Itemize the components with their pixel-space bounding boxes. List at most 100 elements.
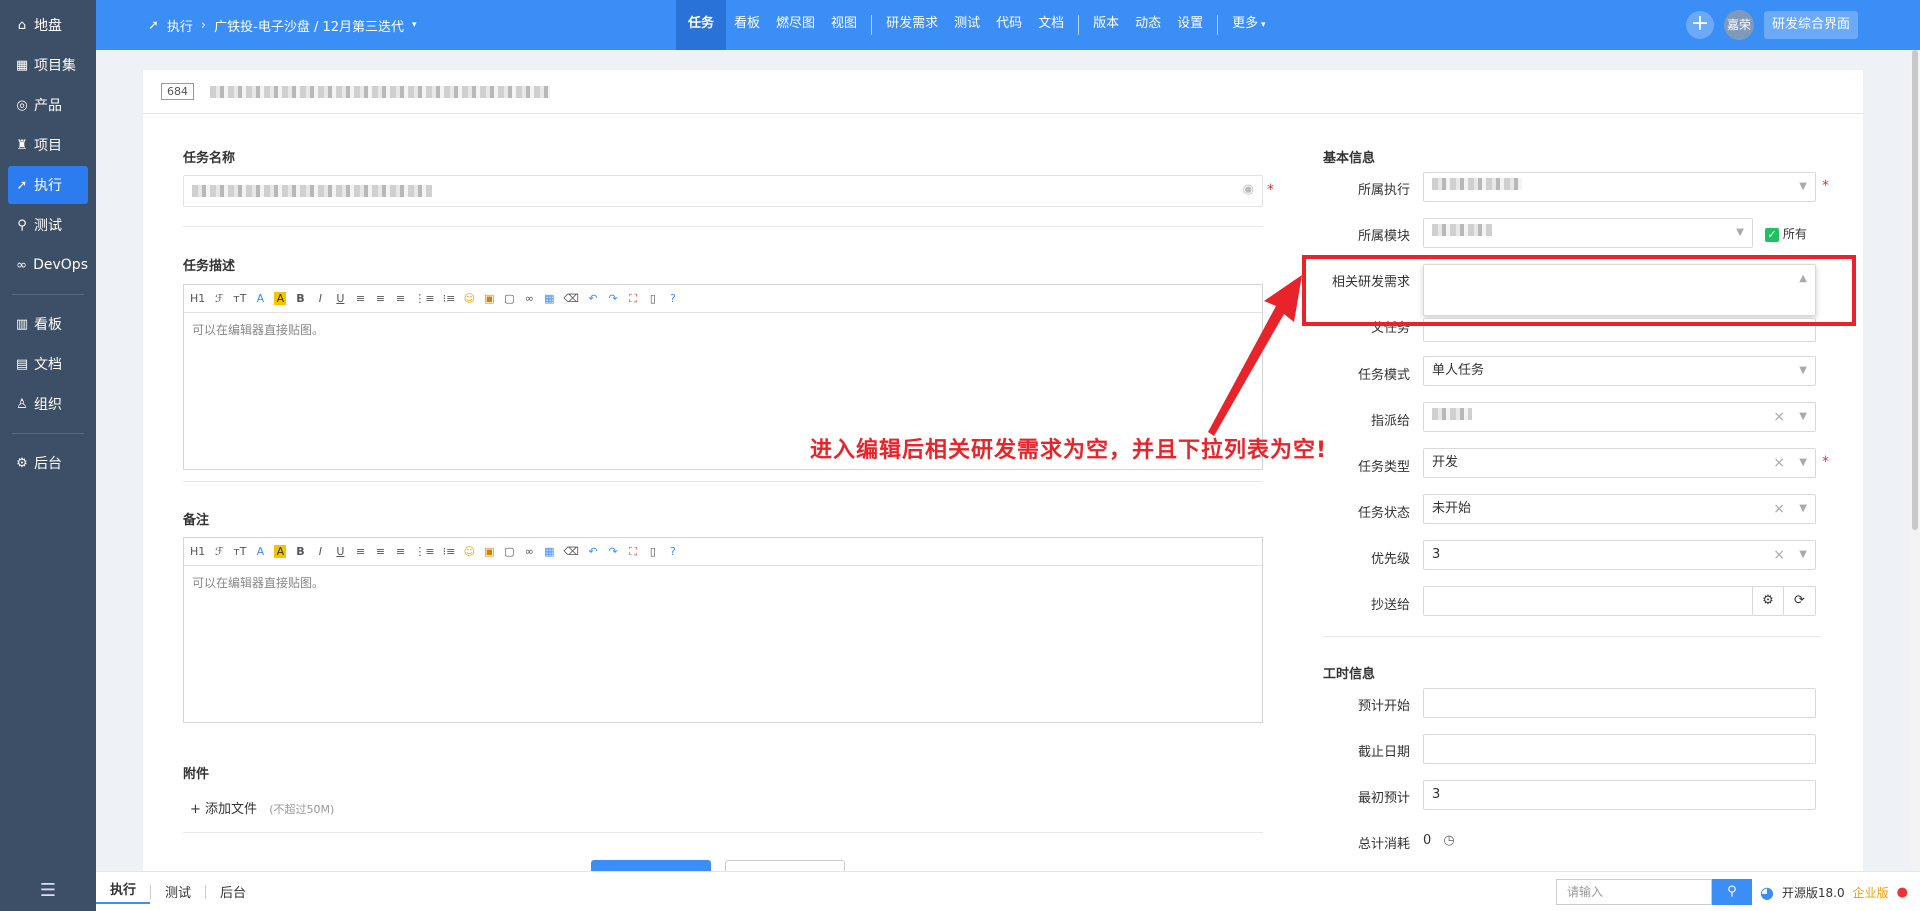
bold-button[interactable]: B (294, 545, 306, 558)
refresh-icon[interactable]: ⟳ (1783, 586, 1816, 616)
code-icon[interactable]: ▢ (503, 545, 515, 558)
emoji-icon[interactable]: ☺ (463, 545, 475, 558)
ordered-list-icon[interactable]: ⋮≡ (414, 292, 434, 305)
help-icon[interactable]: ? (667, 545, 679, 558)
sidebar-item-doc[interactable]: ▤ 文档 (8, 345, 88, 383)
heading-button[interactable]: H1 (190, 545, 205, 558)
chevron-down-icon[interactable]: ▾ (412, 20, 417, 30)
sidebar-item-admin[interactable]: ⚙ 后台 (8, 444, 88, 482)
breadcrumb-root[interactable]: 执行 (167, 16, 193, 35)
align-left-icon[interactable]: ≡ (354, 292, 366, 305)
font-family-button[interactable]: ℱ (213, 545, 225, 558)
nav-kanban[interactable]: 看板 (726, 0, 768, 50)
est-start-input[interactable] (1423, 688, 1816, 718)
align-center-icon[interactable]: ≡ (374, 292, 386, 305)
estimate-input[interactable]: 3 (1423, 780, 1816, 810)
underline-button[interactable]: U (334, 292, 346, 305)
undo-icon[interactable]: ↶ (587, 545, 599, 558)
priority-select[interactable]: 3 × ▼ (1423, 540, 1816, 570)
nav-settings[interactable]: 设置 (1169, 0, 1211, 50)
nav-test[interactable]: 测试 (946, 0, 988, 50)
font-color-button[interactable]: A (254, 545, 266, 558)
nav-task[interactable]: 任务 (676, 0, 727, 50)
help-icon[interactable]: ? (667, 292, 679, 305)
font-family-button[interactable]: ℱ (213, 292, 225, 305)
enterprise-link[interactable]: 企业版 (1853, 884, 1889, 901)
italic-button[interactable]: I (314, 545, 326, 558)
clock-icon[interactable]: ◷ (1443, 833, 1454, 848)
align-right-icon[interactable]: ≡ (394, 545, 406, 558)
sidebar-item-product[interactable]: ◎ 产品 (8, 86, 88, 124)
module-all-checkbox[interactable]: ✓ 所有 (1765, 225, 1807, 242)
emoji-icon[interactable]: ☺ (463, 292, 475, 305)
clear-icon[interactable]: × (1773, 495, 1785, 523)
sidebar-item-program[interactable]: ▦ 项目集 (8, 46, 88, 84)
sidebar-item-project[interactable]: ♜ 项目 (8, 126, 88, 164)
eraser-icon[interactable]: ⌫ (563, 545, 579, 558)
sidebar-item-dashboard[interactable]: ⌂ 地盘 (8, 6, 88, 44)
nav-more[interactable]: 更多 ▾ (1224, 0, 1273, 50)
redo-icon[interactable]: ↷ (607, 545, 619, 558)
clear-icon[interactable]: × (1773, 403, 1785, 431)
sidebar-item-org[interactable]: ♙ 组织 (8, 385, 88, 423)
cc-select[interactable] (1423, 586, 1753, 616)
align-right-icon[interactable]: ≡ (394, 292, 406, 305)
type-select[interactable]: 开发 × ▼ (1423, 448, 1816, 478)
deadline-input[interactable] (1423, 734, 1816, 764)
breadcrumb-execution[interactable]: 广铁投-电子沙盘 / 12月第三迭代 (214, 16, 404, 35)
template-icon[interactable]: ▯ (647, 545, 659, 558)
footer-tab-test[interactable]: 测试 (151, 882, 205, 901)
add-file-button[interactable]: + 添加文件 (不超过50M) (190, 798, 334, 817)
heading-button[interactable]: H1 (190, 292, 205, 305)
font-color-button[interactable]: A (254, 292, 266, 305)
bullet-list-icon[interactable]: ⁝≡ (443, 292, 456, 305)
nav-dynamic[interactable]: 动态 (1127, 0, 1169, 50)
footer-tab-admin[interactable]: 后台 (206, 882, 260, 901)
sidebar-item-kanban[interactable]: ▥ 看板 (8, 305, 88, 343)
portal-button[interactable]: 研发综合界面 (1763, 11, 1858, 39)
footer-search-input[interactable]: 请输入 (1555, 879, 1712, 905)
collapse-menu-icon[interactable]: ☰ (0, 880, 96, 901)
nav-story[interactable]: 研发需求 (878, 0, 946, 50)
sidebar-item-devops[interactable]: ∞ DevOps (8, 246, 88, 284)
execution-select[interactable]: ▼ (1423, 172, 1816, 202)
footer-tab-execution[interactable]: 执行 (96, 879, 151, 904)
page-scrollbar[interactable] (1910, 50, 1920, 870)
redo-icon[interactable]: ↷ (607, 292, 619, 305)
bullet-list-icon[interactable]: ⁝≡ (443, 545, 456, 558)
ordered-list-icon[interactable]: ⋮≡ (414, 545, 434, 558)
align-left-icon[interactable]: ≡ (354, 545, 366, 558)
version-label[interactable]: 开源版18.0 (1782, 884, 1845, 901)
sidebar-item-test[interactable]: ⚲ 测试 (8, 206, 88, 244)
eraser-icon[interactable]: ⌫ (563, 292, 579, 305)
font-size-button[interactable]: тT (233, 292, 246, 305)
template-icon[interactable]: ▯ (647, 292, 659, 305)
clear-icon[interactable]: × (1773, 449, 1785, 477)
link-icon[interactable]: ∞ (523, 545, 535, 558)
underline-button[interactable]: U (334, 545, 346, 558)
sidebar-item-execution[interactable]: ➚ 执行 (8, 166, 88, 204)
font-size-button[interactable]: тT (233, 545, 246, 558)
image-icon[interactable]: ▣ (483, 545, 495, 558)
task-name-input[interactable]: ◉ (183, 175, 1263, 207)
mode-select[interactable]: 单人任务 ▼ (1423, 356, 1816, 386)
highlight-button[interactable]: A (274, 292, 287, 305)
status-select[interactable]: 未开始 × ▼ (1423, 494, 1816, 524)
avatar[interactable]: 嘉荣 (1723, 10, 1754, 40)
code-icon[interactable]: ▢ (503, 292, 515, 305)
nav-view[interactable]: 视图 (823, 0, 865, 50)
create-plus-icon[interactable]: + (1685, 11, 1714, 39)
nav-code[interactable]: 代码 (988, 0, 1030, 50)
italic-button[interactable]: I (314, 292, 326, 305)
bold-button[interactable]: B (294, 292, 306, 305)
nav-doc[interactable]: 文档 (1030, 0, 1072, 50)
image-icon[interactable]: ▣ (483, 292, 495, 305)
search-icon[interactable]: ⚲ (1711, 879, 1752, 905)
palette-icon[interactable]: ◉ (1243, 176, 1254, 204)
link-icon[interactable]: ∞ (523, 292, 535, 305)
clear-icon[interactable]: × (1773, 541, 1785, 569)
remark-editor[interactable]: H1 ℱ тT A A B I U ≡ ≡ ≡ ⋮≡ ⁝≡ ☺ ▣ ▢ ∞ ▦ … (183, 537, 1263, 723)
table-icon[interactable]: ▦ (543, 292, 555, 305)
highlight-button[interactable]: A (274, 545, 287, 558)
nav-burndown[interactable]: 燃尽图 (768, 0, 823, 50)
